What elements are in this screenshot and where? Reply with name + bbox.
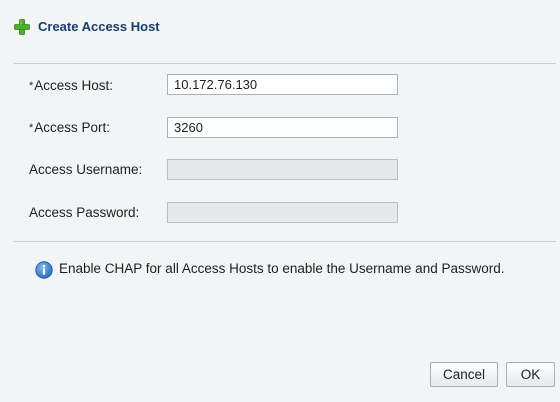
access-username-input[interactable]: [167, 159, 398, 180]
access-username-label: Access Username:: [29, 162, 143, 177]
access-password-input[interactable]: [167, 202, 398, 223]
add-plus-icon: [14, 19, 30, 35]
dialog-title-bar: Create Access Host: [0, 0, 560, 40]
info-icon: [35, 261, 53, 279]
ok-button[interactable]: OK: [506, 362, 555, 387]
section-divider: [14, 241, 556, 242]
required-marker: *: [29, 122, 34, 134]
access-password-label: Access Password:: [29, 205, 140, 220]
cancel-button[interactable]: Cancel: [430, 362, 498, 387]
access-port-label-text: Access Port:: [34, 120, 111, 135]
header-divider: [14, 63, 556, 64]
access-host-input[interactable]: [167, 74, 398, 95]
chap-info-message: Enable CHAP for all Access Hosts to enab…: [59, 261, 505, 276]
dialog-title: Create Access Host: [38, 19, 160, 34]
access-port-input[interactable]: [167, 117, 398, 138]
create-access-host-dialog: Create Access Host *Access Host: *Access…: [0, 0, 560, 402]
required-marker: *: [29, 80, 34, 92]
access-port-label: *Access Port:: [29, 120, 110, 137]
access-host-label-text: Access Host:: [34, 78, 114, 93]
access-host-label: *Access Host:: [29, 78, 113, 95]
